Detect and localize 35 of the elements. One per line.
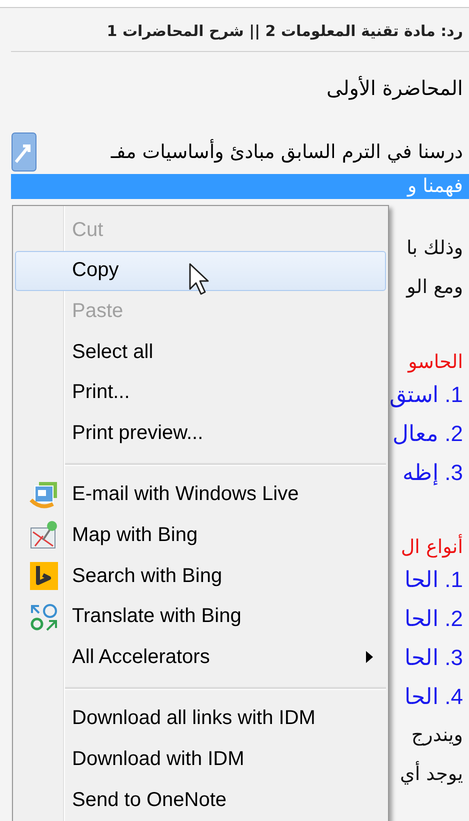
thread-title: رد: مادة تقنية المعلومات 2 || شرح المحاضرات 1 xyxy=(106,22,463,42)
submenu-arrow-icon xyxy=(366,651,373,664)
menu-item[interactable]: All Accelerators xyxy=(15,636,386,678)
map-pin-icon xyxy=(29,520,59,550)
menu-item[interactable]: Send to OneNote xyxy=(15,780,386,820)
menu-item[interactable]: Translate with Bing xyxy=(15,596,386,637)
menu-item[interactable]: E-mail with Windows Live xyxy=(15,474,386,516)
menu-item[interactable]: Copy xyxy=(15,250,386,292)
menu-item[interactable]: Print... xyxy=(15,372,386,413)
menu-item[interactable]: Download with IDM xyxy=(15,739,386,780)
menu-item[interactable]: Search with Bing xyxy=(15,556,386,596)
post-heading: المحاضرة الأولى xyxy=(326,74,463,102)
post-text: 1. استق xyxy=(390,381,463,410)
mail-windows-icon xyxy=(29,480,59,510)
post-text: وذلك با xyxy=(406,236,463,261)
post-text: 4. الحا xyxy=(404,683,463,711)
post-text: 2. الحا xyxy=(404,605,463,633)
menu-item[interactable]: Map with Bing xyxy=(15,515,386,556)
selected-text: فهمنا و xyxy=(11,174,469,199)
post-text: أنواع ال xyxy=(400,533,463,560)
post-text: ويندرج xyxy=(411,723,463,748)
menu-item[interactable]: Download all links with IDM xyxy=(15,698,386,740)
post-text: درسنا في الترم السابق مبادئ وأساسيات مفـ xyxy=(110,141,463,163)
image-icon xyxy=(11,132,37,172)
bing-icon xyxy=(29,561,59,592)
post-text: ومع الو xyxy=(406,275,463,300)
translate-icon xyxy=(29,602,59,632)
post-text: الحاسو xyxy=(408,350,463,375)
post-text: 3. إظه xyxy=(402,459,463,488)
post-text: يوجد أي xyxy=(400,760,463,787)
post-text: 1. الحا xyxy=(404,566,463,594)
menu-item[interactable]: Print preview... xyxy=(15,412,386,454)
post-text: 3. الحا xyxy=(404,644,463,672)
post-text: 2. معال xyxy=(392,420,463,448)
menu-item[interactable]: Select all xyxy=(15,332,386,372)
